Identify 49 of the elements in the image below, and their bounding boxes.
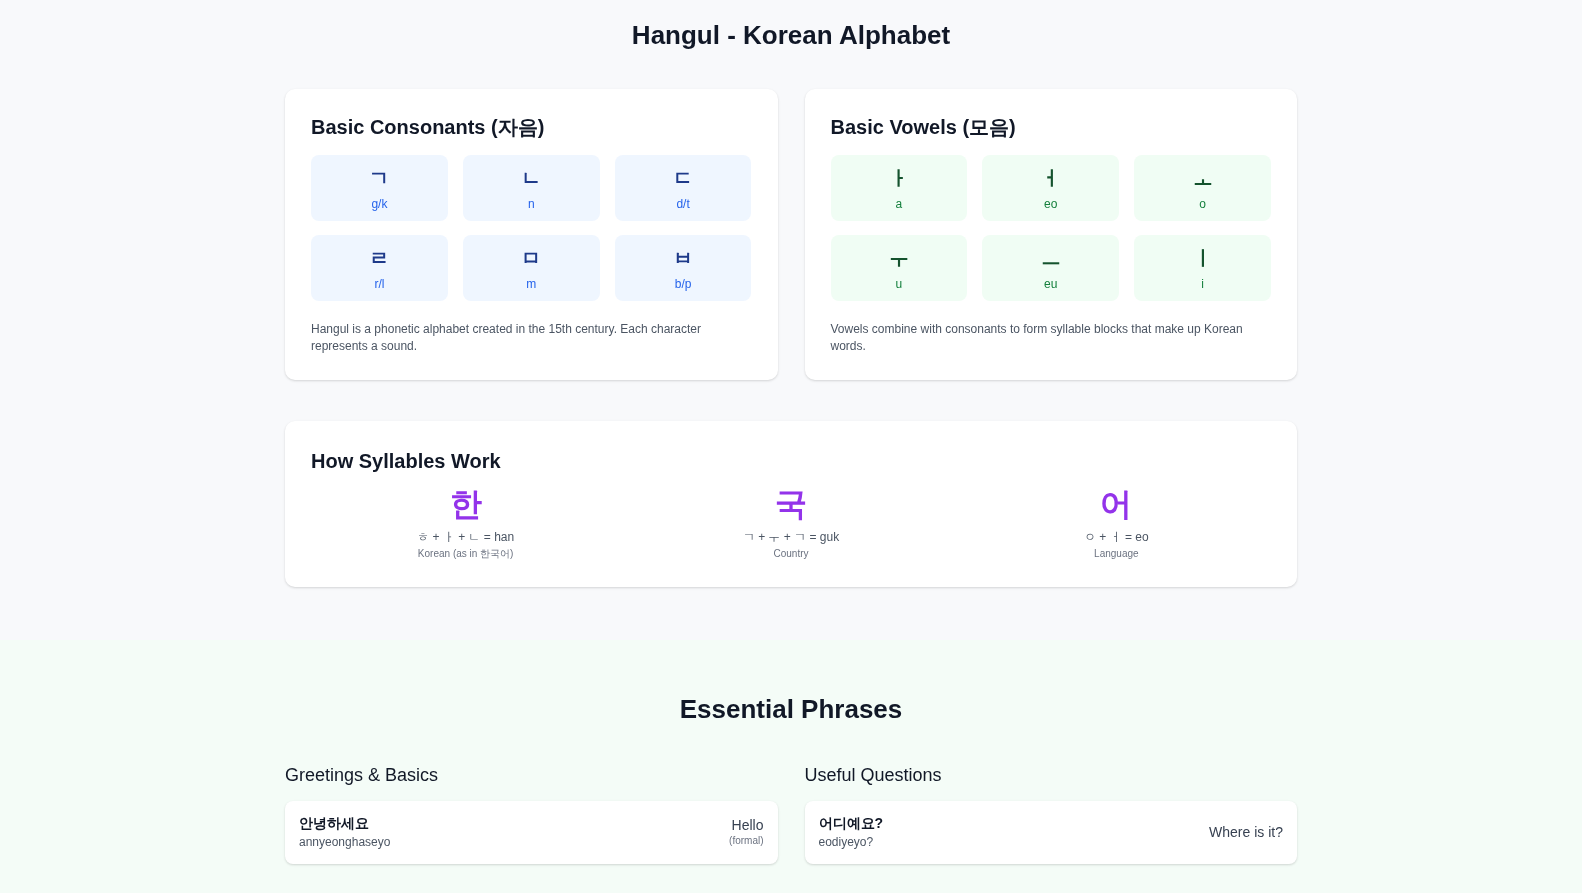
syllable-character: 국 xyxy=(775,485,807,523)
korean-phrase: 어디예요? xyxy=(818,814,884,833)
hangul-letter: ㅡ xyxy=(1040,246,1061,271)
sound-label: b/p xyxy=(674,276,692,292)
sound-label: n xyxy=(527,196,535,212)
sound-label: m xyxy=(526,276,537,292)
sound-label: i xyxy=(1201,276,1204,292)
syllable-character: 어 xyxy=(1100,485,1133,523)
hangul-letter: ㅓ xyxy=(1040,166,1061,191)
romanization-text: eodiyeyo? xyxy=(818,834,874,851)
syllable-formula: ㄱ + ㅜ + ㄱ = guk xyxy=(742,529,840,545)
syllable-meaning: Language xyxy=(1094,547,1139,561)
syllable-character: 한 xyxy=(449,485,482,523)
section-title: Essential Phrases xyxy=(678,693,904,725)
sound-label: u xyxy=(895,276,903,292)
card-description: Vowels combine with consonants to form syllable blocks that make up Korean words. xyxy=(830,321,1244,355)
sound-label: g/k xyxy=(371,196,388,212)
card-title: Basic Consonants (자음) xyxy=(311,115,546,140)
card-title: How Syllables Work xyxy=(311,449,502,474)
translation-text: Where is it? xyxy=(1209,823,1283,841)
sound-label: a xyxy=(895,196,903,212)
hangul-letter: ㅁ xyxy=(521,246,542,271)
hangul-letter: ㄹ xyxy=(369,246,390,271)
usage-note: (formal) xyxy=(729,834,764,848)
hangul-letter: ㅏ xyxy=(888,166,909,191)
group-title: Greetings & Basics xyxy=(285,764,440,787)
card-description: Hangul is a phonetic alphabet created in the 15th century. Each character represents a sound. xyxy=(311,321,703,355)
translation-text: Hello xyxy=(731,816,764,834)
hangul-letter: ㅣ xyxy=(1192,246,1213,271)
romanization-text: annyeonghaseyo xyxy=(299,834,391,851)
syllable-formula: ㅇ + ㅓ = eo xyxy=(1083,529,1149,545)
syllable-formula: ㅎ + ㅏ + ㄴ = han xyxy=(417,529,515,545)
sound-label: eo xyxy=(1044,196,1058,212)
korean-phrase: 안녕하세요 xyxy=(299,814,369,833)
syllable-meaning: Country xyxy=(773,547,809,561)
hangul-letter: ㅂ xyxy=(673,246,694,271)
sound-label: o xyxy=(1199,196,1206,212)
hangul-letter: ㄴ xyxy=(521,166,542,191)
hangul-letter: ㅗ xyxy=(1192,166,1213,191)
sound-label: r/l xyxy=(374,276,385,292)
sound-label: d/t xyxy=(676,196,690,212)
sound-label: eu xyxy=(1044,276,1058,292)
hangul-letter: ㅜ xyxy=(888,246,909,271)
hangul-letter: ㄷ xyxy=(673,166,694,191)
hangul-letter: ㄱ xyxy=(369,166,390,191)
card-title: Basic Vowels (모음) xyxy=(830,115,1017,140)
page-title: Hangul - Korean Alphabet xyxy=(630,19,952,51)
group-title: Useful Questions xyxy=(804,764,943,787)
syllable-meaning: Korean (as in 한국어) xyxy=(417,547,514,561)
